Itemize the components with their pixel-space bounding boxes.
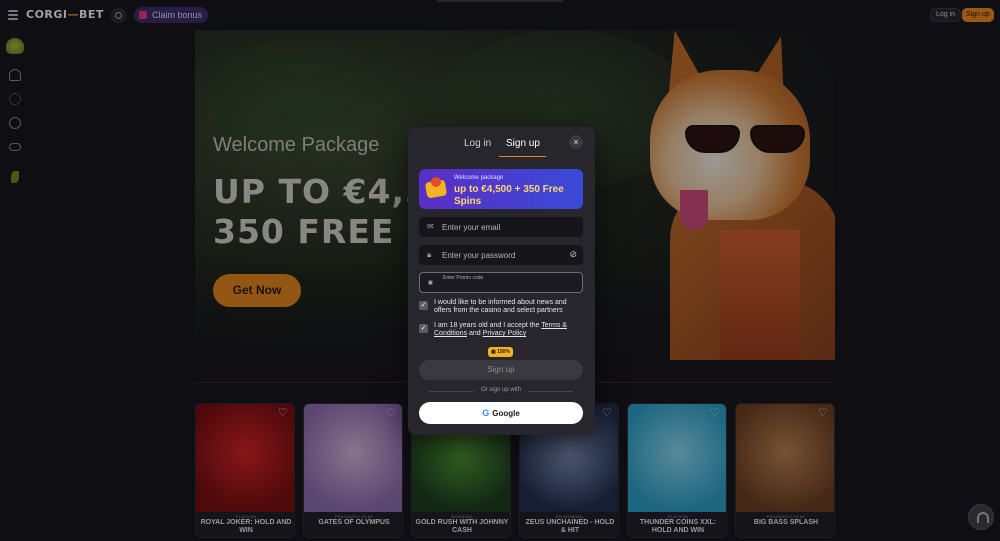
tab-login[interactable]: Log in — [464, 138, 491, 149]
promo-label: Welcome package — [454, 175, 504, 181]
privacy-policy-link[interactable]: Privacy Policy — [483, 330, 527, 337]
age-consent-and: and — [467, 330, 483, 337]
age-checkbox[interactable]: ✓ — [419, 324, 428, 333]
promo-code-field[interactable]: ■ Enter Promo code — [419, 272, 583, 298]
support-chat-icon[interactable] — [968, 504, 994, 530]
email-field[interactable]: ✉ — [419, 217, 583, 237]
google-label: Google — [492, 409, 520, 418]
promo-offer: up to €4,500 + 350 Free Spins — [454, 184, 564, 207]
google-icon: G — [482, 408, 490, 418]
tab-signup[interactable]: Sign up — [506, 138, 540, 149]
lock-icon: 🔒︎ — [427, 250, 432, 259]
gift-icon: ■ — [428, 278, 433, 287]
welcome-package-banner: Welcome package up to €4,500 + 350 Free … — [419, 169, 583, 209]
signup-modal: Log in Sign up × Welcome package up to €… — [408, 127, 595, 435]
gift-badge-icon — [423, 175, 449, 201]
promo-code-input[interactable] — [443, 278, 573, 298]
active-tab-indicator — [499, 156, 546, 157]
password-input[interactable] — [442, 245, 572, 265]
age-consent-prefix: I am 18 years old and I accept the — [434, 322, 542, 329]
password-field[interactable]: 🔒︎ ⊘ — [419, 245, 583, 265]
signup-submit-button[interactable]: Sign up — [419, 360, 583, 380]
close-icon[interactable]: × — [569, 135, 583, 149]
email-input[interactable] — [442, 217, 572, 237]
bonus-badge: ▣ 150% — [488, 347, 513, 357]
eye-slash-icon[interactable]: ⊘ — [569, 250, 577, 259]
google-signup-button[interactable]: G Google — [419, 402, 583, 424]
mail-icon: ✉ — [427, 222, 434, 231]
news-consent-text: I would like to be informed about news a… — [434, 299, 567, 314]
age-consent-text: I am 18 years old and I accept the Terms… — [434, 322, 584, 338]
bonus-badge-value: 150% — [497, 349, 510, 355]
news-checkbox[interactable]: ✓ — [419, 301, 428, 310]
or-divider: Or sign up with — [419, 387, 583, 395]
